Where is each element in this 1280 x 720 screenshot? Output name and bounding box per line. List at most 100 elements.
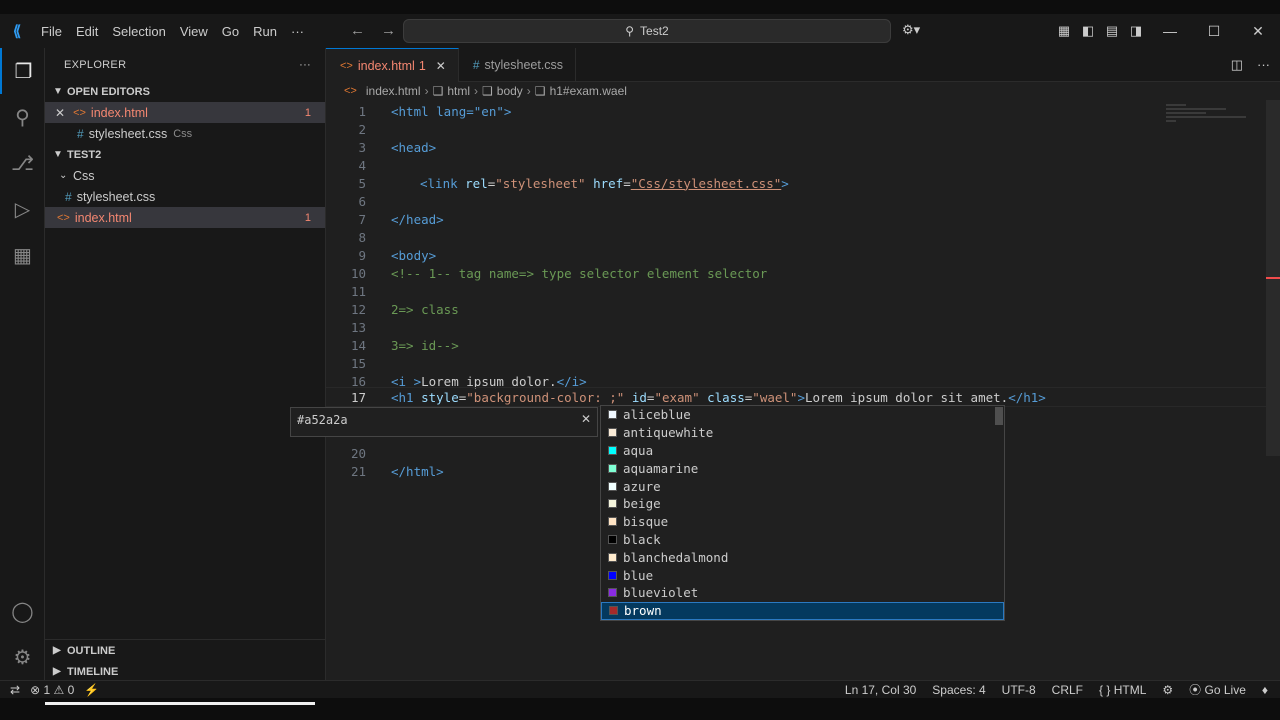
explorer-icon[interactable]: ❐ [0, 48, 45, 94]
code-token: ;" [609, 389, 625, 405]
open-editor-stylesheet-css[interactable]: # stylesheet.css Css [45, 123, 325, 144]
breadcrumb-body[interactable]: body [497, 84, 523, 98]
code-token: <h1 [391, 389, 422, 405]
suggest-item[interactable]: azure [601, 477, 1004, 495]
more-actions-icon[interactable]: ··· [1257, 57, 1270, 73]
suggest-item[interactable]: aqua [601, 442, 1004, 460]
broadcast-icon: ⦿ [1189, 683, 1202, 697]
customize-layout-icon[interactable]: ▦ [1052, 14, 1076, 48]
suggest-item[interactable]: blanchedalmond [601, 548, 1004, 566]
suggest-item[interactable]: aliceblue [601, 406, 1004, 424]
code-line: 4 [326, 156, 1280, 174]
suggest-item[interactable]: antiquewhite [601, 424, 1004, 442]
settings-gear-icon[interactable]: ⚙ [0, 634, 45, 680]
breadcrumb-file[interactable]: index.html [366, 84, 421, 98]
chevron-down-icon: ▼ [53, 149, 63, 160]
search-view-icon[interactable]: ⚲ [0, 94, 45, 140]
suggest-item[interactable]: black [601, 531, 1004, 549]
suggest-item-focused[interactable]: brown [601, 601, 1004, 620]
suggest-label: beige [623, 496, 661, 512]
code-line: 10 <!-- 1-- tag name=> type selector ele… [326, 264, 1280, 282]
tab-index-html[interactable]: <> index.html 1 ✕ [326, 48, 459, 82]
account-icon[interactable]: ◯ [0, 588, 45, 634]
css-file-icon: # [65, 189, 72, 204]
language-mode[interactable]: { } HTML [1099, 683, 1146, 697]
command-center[interactable]: ⚲ Test2 [403, 19, 891, 43]
suggest-scrollbar[interactable] [995, 407, 1003, 425]
code-text: <h1 style="background-color: ;" id="exam… [391, 390, 1046, 405]
tab-stylesheet-css[interactable]: # stylesheet.css [459, 48, 577, 82]
menu-go[interactable]: Go [215, 24, 246, 39]
code-token: = [623, 175, 631, 191]
copilot-status-icon[interactable]: ⚙ [1162, 683, 1173, 697]
extensions-icon[interactable]: ▦ [0, 232, 45, 278]
notifications-bell-icon[interactable]: ♦ [1262, 683, 1268, 697]
close-tab-icon[interactable]: ✕ [436, 59, 446, 73]
minimize-icon[interactable]: — [1148, 14, 1192, 48]
outline-section[interactable]: ▶ OUTLINE [45, 640, 326, 661]
menu-file[interactable]: File [34, 24, 69, 39]
open-editor-index-html[interactable]: ✕ <> index.html 1 [45, 102, 325, 123]
toggle-panel-icon[interactable]: ▤ [1100, 14, 1124, 48]
editor-tabs: <> index.html 1 ✕ # stylesheet.css ◫ ··· [326, 48, 1280, 82]
color-swatch [608, 463, 617, 473]
toggle-sidebar-icon[interactable]: ◧ [1076, 14, 1100, 48]
tree-file-index[interactable]: <> index.html 1 [45, 207, 325, 228]
suggest-label: blanchedalmond [623, 549, 729, 565]
suggest-item[interactable]: bisque [601, 513, 1004, 531]
chevron-right-icon: ▶ [53, 666, 61, 677]
close-icon[interactable]: ✕ [581, 412, 591, 426]
timeline-section[interactable]: ▶ TIMELINE [45, 661, 326, 682]
menu-view[interactable]: View [173, 24, 215, 39]
copilot-icon[interactable]: ⚙▾ [902, 22, 920, 38]
code-token: <html lang="en"> [391, 103, 512, 119]
encoding[interactable]: UTF-8 [1002, 683, 1036, 697]
go-live-button[interactable]: ⦿ Go Live [1189, 681, 1246, 698]
suggest-item[interactable]: blue [601, 566, 1004, 584]
source-control-icon[interactable]: ⎇ [0, 140, 45, 186]
remote-icon[interactable]: ⇄ [10, 683, 20, 697]
line-number: 17 [350, 389, 366, 405]
suggest-item[interactable]: blueviolet [601, 584, 1004, 602]
suggest-label: antiquewhite [623, 425, 714, 441]
lightning-icon[interactable]: ⚡ [84, 683, 99, 697]
menu-run[interactable]: Run [246, 24, 284, 39]
outline-label: OUTLINE [67, 644, 116, 657]
project-section[interactable]: ▼ TEST2 [45, 144, 325, 165]
tree-folder-css[interactable]: ⌄ Css [45, 165, 325, 186]
search-icon: ⚲ [625, 24, 635, 38]
menu-selection[interactable]: Selection [105, 24, 172, 39]
video-progress-strip [0, 698, 1280, 720]
line-endings[interactable]: CRLF [1052, 683, 1083, 697]
code-line: 8 [326, 228, 1280, 246]
back-arrow-icon[interactable]: ← [350, 22, 365, 39]
toggle-secondary-sidebar-icon[interactable]: ◨ [1124, 14, 1148, 48]
open-editor-label: index.html [90, 105, 148, 120]
html-file-icon: <> [57, 211, 70, 224]
forward-arrow-icon[interactable]: → [381, 22, 396, 39]
video-progress-bar[interactable] [45, 702, 315, 705]
suggest-item[interactable]: aquamarine [601, 459, 1004, 477]
close-editor-icon[interactable]: ✕ [55, 106, 65, 120]
menu-more[interactable]: ··· [284, 24, 311, 39]
line-number: 5 [358, 175, 366, 191]
more-actions-icon[interactable]: ··· [299, 59, 311, 71]
html-file-icon: <> [73, 106, 86, 119]
problems-indicator[interactable]: ⊗ 1 ⚠ 0 [30, 683, 74, 697]
split-editor-icon[interactable]: ◫ [1231, 57, 1243, 73]
code-line: 7 </head> [326, 210, 1280, 228]
minimap[interactable] [1166, 102, 1266, 142]
breadcrumb-html[interactable]: html [447, 84, 470, 98]
maximize-icon[interactable]: ☐ [1192, 14, 1236, 48]
cursor-position[interactable]: Ln 17, Col 30 [845, 683, 916, 697]
breadcrumb-h1[interactable]: h1#exam.wael [550, 84, 627, 98]
indentation[interactable]: Spaces: 4 [932, 683, 985, 697]
open-editors-section[interactable]: ▼ OPEN EDITORS [45, 81, 325, 102]
menu-edit[interactable]: Edit [69, 24, 105, 39]
close-window-icon[interactable]: ✕ [1236, 14, 1280, 48]
code-token[interactable]: "Css/stylesheet.css" [631, 176, 782, 191]
tree-file-stylesheet[interactable]: # stylesheet.css [45, 186, 325, 207]
run-debug-icon[interactable]: ▷ [0, 186, 45, 232]
suggest-item[interactable]: beige [601, 495, 1004, 513]
language-label: HTML [1113, 682, 1147, 697]
